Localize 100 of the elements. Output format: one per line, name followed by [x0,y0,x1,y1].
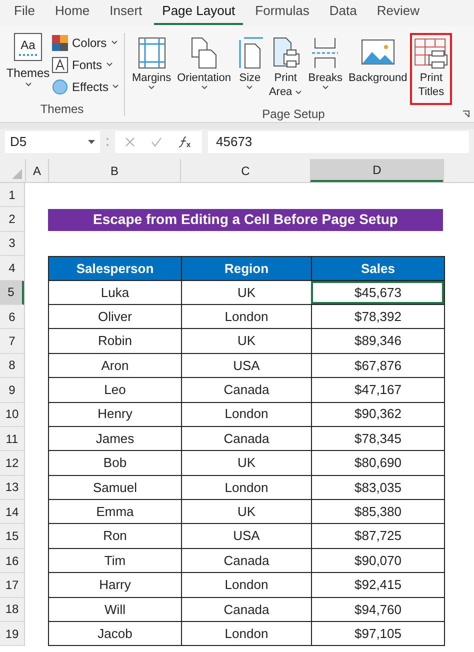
table-cell: UK [181,329,311,353]
row-header[interactable]: 2 [0,207,24,232]
row-header[interactable]: 1 [0,183,24,208]
table-cell: London [181,304,311,328]
ribbon-button[interactable]: Margins [129,33,174,105]
table-cell: $94,760 [311,598,444,622]
table-header-cell-text: Salesperson [75,260,155,278]
check-icon[interactable] [151,137,162,147]
ribbon-tab[interactable]: Insert [102,0,150,25]
ribbon-tab[interactable]: Page Layout [154,0,244,25]
effects-circle-icon [52,78,68,94]
row-header[interactable]: 6 [0,304,24,330]
table-cell: London [181,476,311,500]
table-cell: $78,392 [311,304,444,328]
row-header[interactable]: 19 [0,622,24,646]
row-header[interactable]: 17 [0,573,24,598]
table-cell-text: Leo [103,381,127,400]
ribbon-button[interactable]: Breaks [305,33,346,105]
row-header[interactable]: 7 [0,329,24,354]
table-cell: $47,167 [311,378,444,402]
table-cell: London [181,573,311,597]
theme-option-button[interactable]: Effects [52,77,120,96]
row-header[interactable]: 14 [0,500,24,524]
table-cell: USA [181,524,311,548]
row-header[interactable]: 10 [0,402,24,427]
page-size-icon [236,36,263,70]
table-cell: $83,035 [311,476,444,500]
table-cell-text: Robin [97,332,133,350]
row-header[interactable]: 16 [0,548,24,574]
ribbon-button[interactable]: Print Titles [410,33,452,105]
table-cell: $90,070 [311,548,444,572]
table-cell: $78,345 [311,426,444,450]
table-header-cell: Sales [311,257,444,280]
table-cell: $85,380 [311,500,444,524]
row-header[interactable]: 12 [0,451,24,476]
ribbon-tab[interactable]: Home [46,0,98,25]
ribbon-tab[interactable]: File [6,0,43,25]
pages-icon [189,36,220,70]
table-cell: $45,673 [311,280,444,304]
row-header[interactable]: 13 [0,476,24,500]
select-all-icon[interactable] [12,169,22,179]
name-box[interactable]: D5 [5,131,100,153]
print-area-icon [270,36,301,70]
table-cell: $80,690 [311,451,444,475]
ribbon-tab[interactable]: Formulas [247,0,318,25]
function-icon[interactable] [178,136,192,148]
table-cell-text: Bob [102,454,128,472]
table-cell: Canada [181,426,311,450]
row-header[interactable]: 11 [0,426,24,452]
table-cell: London [181,402,311,426]
table-cell-text: Will [104,600,126,619]
group-label: Themes [39,101,85,118]
table-cell: $89,346 [311,329,444,353]
table-cell-text: James [94,430,136,448]
table-cell: Canada [181,378,311,402]
table-cell: $87,725 [311,524,444,548]
ribbon-button[interactable]: Size [234,33,266,105]
row-header[interactable]: 8 [0,354,24,378]
ribbon-button[interactable]: Background [346,33,410,105]
table-cell-text: Jacob [96,624,134,643]
table-cell: $97,105 [311,622,444,646]
table-cell-text: Aron [100,356,130,375]
color-swatch-icon [52,34,68,50]
table-cell-text: Emma [95,503,135,522]
themes-icon: Aa [14,33,42,61]
table-cell: Canada [181,548,311,572]
table-header-cell: Region [181,257,311,280]
ribbon-tab[interactable]: Review [368,0,428,25]
dropdown-icon [88,140,95,144]
table-cell-text: Oliver [97,308,133,326]
column-header[interactable]: A [25,159,48,182]
table-cell-text: Ron [102,527,128,546]
table-cell-text: Harry [98,576,132,594]
table-cell: $92,415 [311,573,444,597]
row-header[interactable]: 5 [0,280,24,305]
theme-option-button[interactable]: Colors [52,33,120,52]
formula-field[interactable]: 45673 [208,131,469,153]
column-header[interactable]: D [310,159,443,182]
sheet-title: Escape from Editing a Cell Before Page Setup [48,208,443,231]
ribbon-tab[interactable]: Data [321,0,365,25]
table-cell-text: Luka [100,284,130,302]
row-header[interactable]: 9 [0,378,24,403]
table-cell-text: Samuel [92,478,138,497]
more-options-icon [106,137,109,147]
row-header[interactable]: 3 [0,232,24,256]
row-header[interactable]: 15 [0,524,24,549]
table-cell-text: Tim [103,552,127,570]
dialog-launcher-icon[interactable] [462,110,470,118]
table-cell: $90,362 [311,402,444,426]
group-label: Page Setup [261,106,326,123]
row-header[interactable]: 18 [0,598,24,622]
column-header[interactable]: B [48,159,180,182]
ribbon-button[interactable]: Print Area [266,33,306,105]
table-cell: $67,876 [311,354,444,378]
margins-icon [136,36,167,70]
table-cell: USA [181,354,311,378]
theme-option-button[interactable]: Fonts [52,55,120,74]
cancel-icon[interactable] [125,137,135,147]
themes-button[interactable]: Aa Themes [8,33,48,100]
ribbon-button[interactable]: Orientation [174,33,234,105]
